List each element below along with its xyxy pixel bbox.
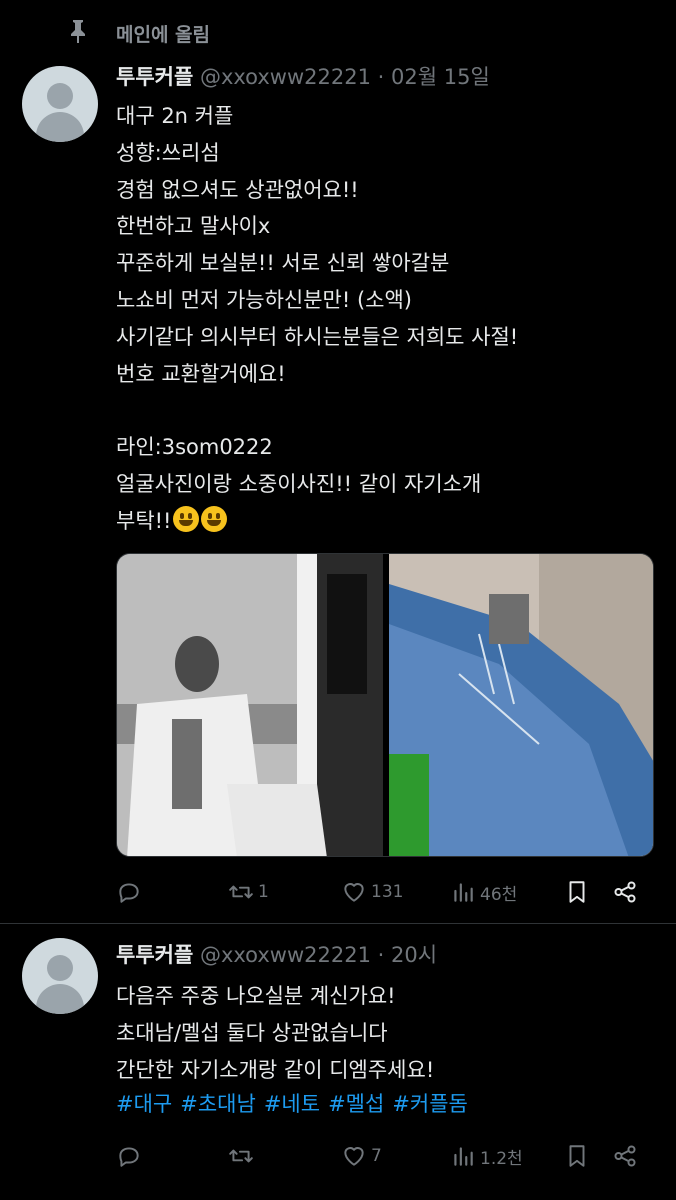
tweet-text: 다음주 주중 나오실분 계신가요! 초대남/멜섭 둘다 상관없습니다간단한 자기소… [116, 978, 434, 1088]
tweet-line: 번호 교환할거에요! [116, 361, 286, 386]
like-count: 7 [371, 1146, 382, 1166]
share-button[interactable] [612, 1136, 638, 1176]
avatar[interactable] [22, 938, 98, 1014]
tweet[interactable]: 투투커플 @xxoxww22221 · 02월 15일 대구 2n 커플성향:쓰… [0, 62, 676, 924]
pinned-indicator: 메인에 올림 [0, 0, 676, 62]
views-button[interactable]: 46천 [450, 872, 517, 912]
tweet-header: 투투커플 @xxoxww22221 · 02월 15일 [116, 62, 490, 92]
bookmark-button[interactable] [564, 1136, 590, 1176]
retweet-button[interactable] [228, 1136, 258, 1176]
retweet-icon [229, 885, 253, 899]
tweet-actions: 7 1.2천 [116, 1136, 646, 1176]
grinning-emoji-icon [201, 505, 228, 532]
tweet-line: 한번하고 말사이x [116, 214, 271, 239]
hashtag-link[interactable]: #초대남 [180, 1092, 256, 1116]
bookmark-icon [569, 1145, 585, 1167]
tweet-line: 초대남/멜섭 둘다 상관없습니다 [116, 1020, 388, 1045]
pin-icon [71, 20, 85, 43]
hashtags: #대구 #초대남 #네토 #멜섭 #커플돔 [116, 1086, 476, 1122]
pinned-label: 메인에 올림 [116, 24, 211, 46]
tweet-text: 대구 2n 커플성향:쓰리섬경험 없으셔도 상관없어요!! 한번하고 말사이x 꾸준… [116, 98, 518, 540]
views-icon [454, 883, 473, 902]
photo-mirror-selfie [117, 554, 383, 856]
display-name[interactable]: 투투커플 [116, 943, 193, 967]
views-count: 1.2천 [480, 1148, 523, 1169]
hashtag-link[interactable]: #대구 [116, 1092, 172, 1116]
timestamp[interactable]: 20시 [391, 943, 437, 967]
share-icon [614, 1145, 636, 1167]
like-button[interactable]: 131 [341, 872, 403, 912]
hashtag-link[interactable]: #커플돔 [392, 1092, 468, 1116]
hashtag-link[interactable]: #멜섭 [328, 1092, 384, 1116]
tweet-line: 라인:3som0222 [116, 435, 273, 460]
tweet-line-last: 부탁!! [116, 503, 518, 540]
tweet-line [116, 392, 518, 429]
views-count: 46천 [480, 884, 518, 905]
tweet-line: 성향:쓰리섬 [116, 140, 220, 165]
handle[interactable]: @xxoxww22221 [200, 943, 371, 967]
separator: · [377, 943, 385, 967]
views-button[interactable]: 1.2천 [450, 1136, 523, 1176]
tweet-line: 노쇼비 먼저 가능하신분만! (소액) [116, 287, 412, 312]
tweet-line: 꾸준하게 보실분!! 서로 신뢰 쌓아갈분 [116, 251, 450, 276]
media-photo[interactable] [117, 554, 383, 856]
reply-icon [119, 883, 139, 903]
heart-icon [344, 883, 364, 902]
tweet-line: 사기같다 의시부터 하시는분들은 저희도 사절! [116, 324, 519, 349]
handle[interactable]: @xxoxww22221 [200, 65, 371, 89]
media-photo[interactable] [389, 554, 653, 856]
avatar[interactable] [22, 66, 98, 142]
tweet-actions: 1 131 46천 [116, 872, 646, 912]
display-name[interactable]: 투투커플 [116, 65, 193, 89]
tweet-line: 얼굴사진이랑 소중이사진!! 같이 자기소개 [116, 471, 482, 496]
share-icon [614, 881, 636, 903]
like-count: 131 [371, 882, 404, 902]
retweet-icon [229, 1149, 253, 1163]
retweet-count: 1 [258, 882, 269, 902]
share-button[interactable] [612, 872, 638, 912]
retweet-button[interactable]: 1 [228, 872, 269, 912]
tweet[interactable]: 투투커플 @xxoxww22221 · 20시 다음주 주중 나오실분 계신가요… [0, 924, 676, 1200]
tweet-line: 대구 2n 커플 [116, 104, 234, 128]
like-button[interactable]: 7 [341, 1136, 382, 1176]
reply-button[interactable] [116, 1136, 146, 1176]
timestamp[interactable]: 02월 15일 [391, 65, 490, 89]
bookmark-icon [569, 881, 585, 903]
heart-icon [344, 1147, 364, 1166]
tweet-line: 부탁!! [116, 508, 172, 533]
reply-icon [119, 1147, 139, 1167]
views-icon [454, 1147, 473, 1166]
tweet-line: 경험 없으셔도 상관없어요!! [116, 177, 359, 202]
photo-jeans [389, 554, 653, 856]
media-grid [116, 553, 654, 857]
tweet-line: 다음주 주중 나오실분 계신가요! [116, 984, 396, 1008]
grinning-emoji-icon [173, 505, 200, 532]
tweet-line: 간단한 자기소개랑 같이 디엠주세요! [116, 1057, 435, 1082]
reply-button[interactable] [116, 872, 146, 912]
separator: · [377, 65, 385, 89]
bookmark-button[interactable] [564, 872, 590, 912]
tweet-header: 투투커플 @xxoxww22221 · 20시 [116, 940, 437, 970]
hashtag-link[interactable]: #네토 [264, 1092, 320, 1116]
